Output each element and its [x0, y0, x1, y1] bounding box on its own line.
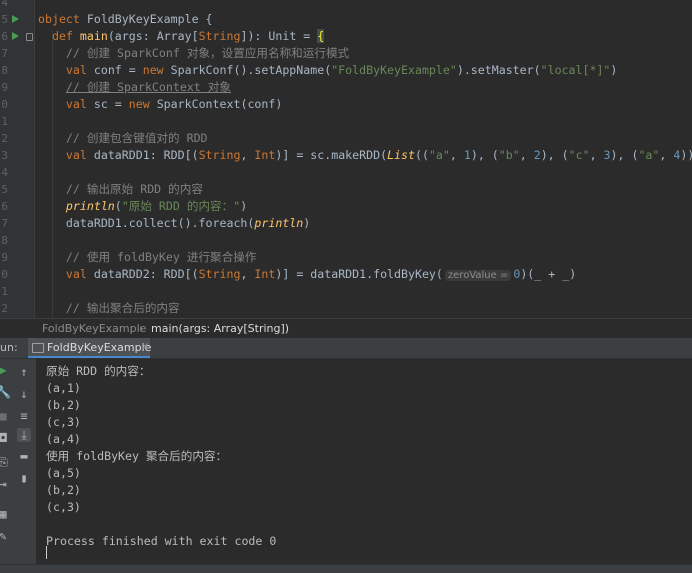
wrench-icon[interactable]: 🔧: [0, 385, 11, 399]
code-text: // 创建 SparkConf 对象，设置应用名称和运行模式: [65, 46, 350, 60]
console-line: (a,1): [46, 381, 81, 395]
code-line[interactable]: 8: [0, 232, 692, 249]
console-line: 原始 RDD 的内容：: [46, 364, 151, 378]
login-icon[interactable]: ⇥: [0, 477, 10, 491]
line-number: 5: [1, 183, 8, 196]
code-line[interactable]: 5 // 输出原始 RDD 的内容: [0, 181, 692, 198]
run-gutter-icon[interactable]: [12, 32, 19, 40]
tab-run-config[interactable]: FoldByKeyExample ×: [28, 338, 152, 358]
line-number: 3: [1, 149, 8, 162]
line-number: 9: [1, 251, 8, 264]
code-line[interactable]: 4: [0, 0, 692, 11]
code-line[interactable]: 7 dataRDD1.collect().foreach(println): [0, 215, 692, 232]
print-icon[interactable]: ▬: [17, 449, 31, 463]
console-output[interactable]: 原始 RDD 的内容： (a,1) (b,2) (c,3) (a,4) 使用 foldBy…: [36, 359, 692, 564]
console-caret: [46, 546, 47, 559]
code-text: // 创建包含键值对的 RDD: [65, 131, 208, 145]
up-arrow-icon[interactable]: ↑: [17, 365, 31, 379]
console-line: (a,4): [46, 432, 81, 446]
code-line[interactable]: 6 println("原始 RDD 的内容："): [0, 198, 692, 215]
stop-icon[interactable]: ■: [0, 409, 10, 423]
line-number: 0: [1, 98, 8, 111]
code-line[interactable]: 1: [0, 113, 692, 130]
console-line: 使用 foldByKey 聚合后的内容：: [46, 449, 228, 463]
code-text: def main(args: Array[String]): Unit = {: [51, 29, 325, 43]
line-number: 1: [1, 285, 8, 298]
code-line[interactable]: 0 val dataRDD2: RDD[(String, Int)] = dat…: [0, 266, 692, 283]
fold-icon[interactable]: [26, 33, 33, 41]
code-line[interactable]: 6 def main(args: Array[String]): Unit = …: [0, 28, 692, 45]
line-number: 9: [1, 81, 8, 94]
line-number: 7: [1, 217, 8, 230]
code-text: // 创建 SparkContext 对象: [65, 80, 231, 94]
line-number: 1: [1, 115, 8, 128]
camera-icon[interactable]: ◘: [0, 431, 10, 445]
run-tool-window-header: un: FoldByKeyExample ×: [0, 338, 692, 359]
line-number: 5: [1, 13, 8, 26]
breadcrumb-method[interactable]: main(args: Array[String]): [151, 319, 289, 338]
code-text: dataRDD1.collect().foreach(println): [38, 216, 311, 230]
rerun-icon[interactable]: ▶: [0, 363, 10, 377]
restore-layout-icon[interactable]: ⎘: [0, 455, 10, 469]
line-number: 4: [1, 166, 8, 179]
code-text: val dataRDD2: RDD[(String, Int)] = dataR…: [65, 267, 577, 281]
code-text: // 输出原始 RDD 的内容: [65, 182, 203, 196]
layout-icon[interactable]: ▦: [0, 507, 10, 521]
code-text: object FoldByKeyExample {: [38, 12, 213, 26]
code-line[interactable]: 0 val sc = new SparkContext(conf): [0, 96, 692, 113]
breadcrumb: FoldByKeyExample › main(args: Array[Stri…: [0, 318, 692, 338]
console-line: (b,2): [46, 398, 81, 412]
code-line[interactable]: 7 // 创建 SparkConf 对象，设置应用名称和运行模式: [0, 45, 692, 62]
console-line: (b,2): [46, 483, 81, 497]
breadcrumb-separator: ›: [139, 322, 144, 335]
run-gutter-icon[interactable]: [12, 15, 19, 23]
run-panel-label: un:: [0, 341, 18, 354]
code-line[interactable]: 8 val conf = new SparkConf().setAppName(…: [0, 62, 692, 79]
code-text: println("原始 RDD 的内容："): [65, 199, 248, 213]
down-arrow-icon[interactable]: ↓: [17, 387, 31, 401]
soft-wrap-icon[interactable]: ≡: [17, 409, 31, 423]
tab-label: FoldByKeyExample: [47, 341, 152, 354]
code-line[interactable]: 3 val dataRDD1: RDD[(String, Int)] = sc.…: [0, 147, 692, 164]
run-config-icon: [32, 343, 44, 353]
code-text: val dataRDD1: RDD[(String, Int)] = sc.ma…: [65, 148, 692, 162]
code-text: // 使用 foldByKey 进行聚合操作: [65, 250, 257, 264]
line-number: 6: [1, 200, 8, 213]
code-line[interactable]: 2 // 输出聚合后的内容: [0, 300, 692, 317]
line-number: 0: [1, 268, 8, 281]
run-toolbar: ▶ 🔧 ■ ◘ ⎘ ⇥ ▦ ✎ ↑ ↓ ≡ ⤓ ▬ ▮: [0, 359, 36, 564]
breadcrumb-object[interactable]: FoldByKeyExample: [42, 319, 146, 338]
code-editor[interactable]: 4 5 object FoldByKeyExample { 6 def main(ar…: [0, 0, 692, 318]
close-icon[interactable]: ×: [141, 341, 149, 352]
line-number: 7: [1, 47, 8, 60]
code-line[interactable]: 9 // 创建 SparkContext 对象: [0, 79, 692, 96]
trash-icon[interactable]: ▮: [17, 471, 31, 485]
code-line[interactable]: 1: [0, 283, 692, 300]
line-number: 8: [1, 234, 8, 247]
code-line[interactable]: 4: [0, 164, 692, 181]
code-text: val conf = new SparkConf().setAppName("F…: [65, 63, 618, 77]
console-line: (a,5): [46, 466, 81, 480]
line-number: 8: [1, 64, 8, 77]
console-line: (c,3): [46, 500, 81, 514]
line-number: 2: [1, 302, 8, 315]
code-text: val sc = new SparkContext(conf): [65, 97, 283, 111]
scroll-to-end-icon[interactable]: ⤓: [17, 428, 31, 442]
code-line[interactable]: 2 // 创建包含键值对的 RDD: [0, 130, 692, 147]
line-number: 6: [1, 30, 8, 43]
console-line: Process finished with exit code 0: [46, 534, 277, 548]
line-number: 2: [1, 132, 8, 145]
console-line: (c,3): [46, 415, 81, 429]
line-number: 4: [1, 0, 8, 9]
pin-icon[interactable]: ✎: [0, 529, 10, 543]
code-text: // 输出聚合后的内容: [65, 301, 180, 315]
code-line[interactable]: 9 // 使用 foldByKey 进行聚合操作: [0, 249, 692, 266]
code-line[interactable]: 5 object FoldByKeyExample {: [0, 11, 692, 28]
